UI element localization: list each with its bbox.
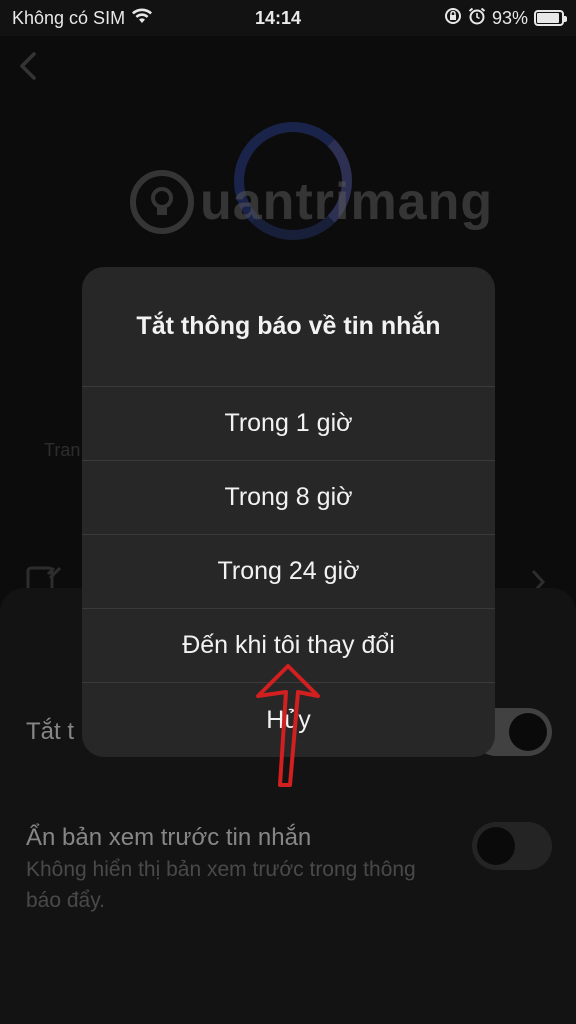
battery-icon (534, 10, 567, 26)
option-1-hour[interactable]: Trong 1 giờ (82, 387, 495, 461)
carrier-label: Không có SIM (12, 7, 126, 28)
option-24-hours[interactable]: Trong 24 giờ (82, 535, 495, 609)
option-8-hours[interactable]: Trong 8 giờ (82, 461, 495, 535)
dialog-title: Tắt thông báo về tin nhắn (82, 267, 495, 387)
clock: 14:14 (254, 7, 302, 28)
status-bar: Không có SIM 14:14 93% (0, 0, 576, 36)
annotation-arrow-icon (256, 664, 320, 787)
rotation-lock-icon (444, 7, 462, 30)
battery-percent: 93% (491, 7, 528, 28)
wifi-icon (131, 7, 153, 30)
alarm-icon (468, 7, 486, 30)
